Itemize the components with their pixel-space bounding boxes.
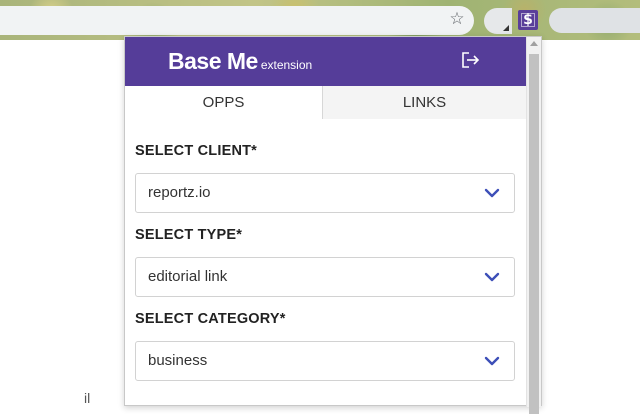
tab-bar: OPPS LINKS [125,86,526,119]
page-text-fragment: il [84,390,91,406]
corner-marker-icon [503,25,509,31]
address-bar[interactable] [0,6,474,35]
brand-logo: Base Me extension [168,48,312,75]
client-select[interactable]: reportz.io [135,173,515,213]
type-label: SELECT TYPE* [135,227,243,243]
category-select-value: business [148,352,208,369]
logout-icon[interactable] [461,51,481,69]
tab-opps[interactable]: OPPS [125,86,323,119]
scroll-thumb[interactable] [529,54,539,414]
client-select-value: reportz.io [148,184,211,201]
extension-slot[interactable] [484,8,512,34]
base-me-extension-icon[interactable]: $ [518,10,538,30]
chevron-down-icon [484,188,500,198]
scroll-up-arrow-icon[interactable] [530,41,538,46]
type-select[interactable]: editorial link [135,257,515,297]
popup-header: Base Me extension [125,37,526,86]
popup-scrollbar[interactable] [526,37,541,414]
brand-name: Base Me [168,48,258,74]
client-label: SELECT CLIENT* [135,143,258,159]
browser-toolbar: ☆ $ [0,0,640,40]
chevron-down-icon [484,356,500,366]
chevron-down-icon [484,272,500,282]
brand-suffix: extension [260,58,313,72]
type-select-value: editorial link [148,268,228,285]
profile-button[interactable] [549,8,640,33]
category-select[interactable]: business [135,341,515,381]
bookmark-star-icon[interactable]: ☆ [447,9,467,29]
extension-popup: Base Me extension OPPS LINKS SELECT CLIEN… [124,36,542,414]
tab-links[interactable]: LINKS [323,86,526,119]
category-label: SELECT CATEGORY* [135,311,286,327]
selection-form: SELECT CLIENT* reportz.io SELECT TYPE* e… [135,141,516,381]
